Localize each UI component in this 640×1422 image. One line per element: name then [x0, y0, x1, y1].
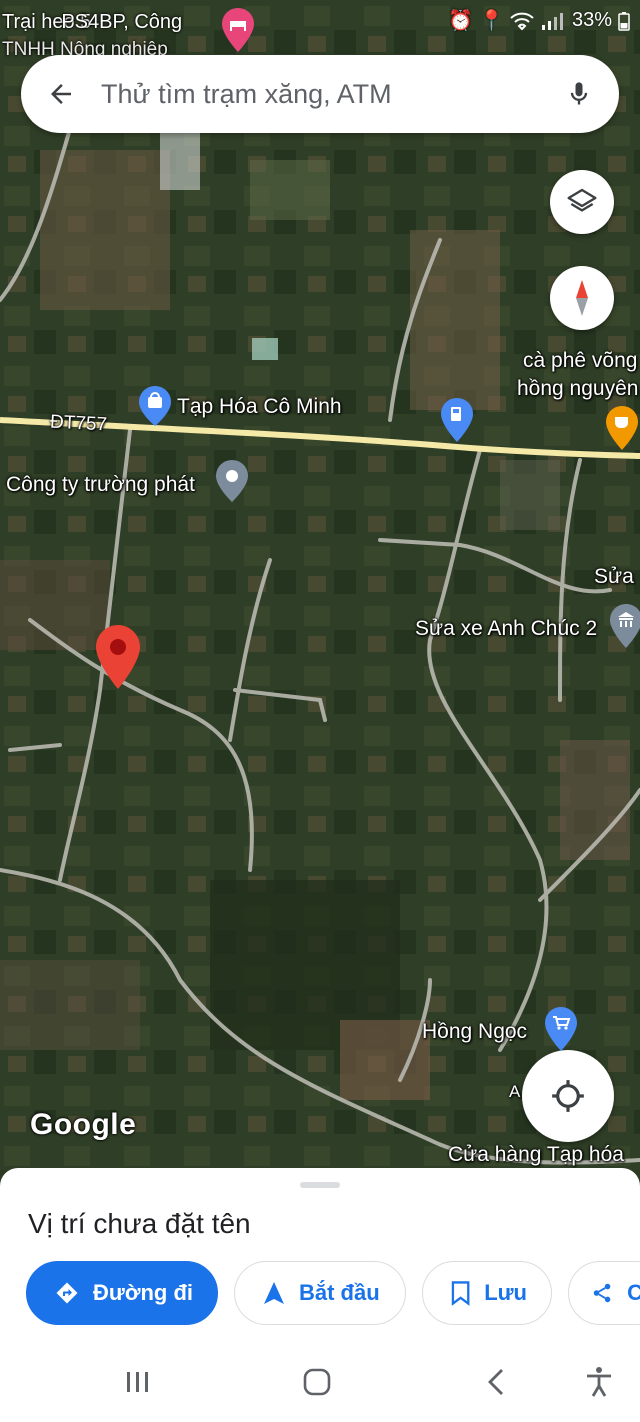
- google-logo: Google: [30, 1108, 137, 1141]
- crosshair-icon: [552, 1080, 584, 1112]
- share-icon: [593, 1283, 611, 1303]
- place-title: Vị trí chưa đặt tên: [28, 1208, 251, 1239]
- back-nav-button[interactable]: [471, 1362, 521, 1402]
- recent-apps-button[interactable]: [113, 1362, 163, 1402]
- place-label-cafe-line1[interactable]: cà phê võng: [523, 349, 637, 373]
- battery-percent: 33%: [571, 9, 612, 31]
- voice-search-button[interactable]: [539, 78, 619, 110]
- alarm-icon: ⏰: [448, 10, 474, 32]
- system-nav-bar: [0, 1342, 640, 1422]
- bank-poi-icon[interactable]: [610, 604, 640, 653]
- road-label-dt757: ĐT757: [49, 411, 108, 436]
- save-button[interactable]: Lưu: [422, 1261, 552, 1325]
- start-button[interactable]: Bắt đầu: [234, 1261, 406, 1325]
- save-label: Lưu: [484, 1280, 527, 1305]
- navigation-arrow-icon: [264, 1282, 284, 1304]
- place-label-a[interactable]: A: [509, 1082, 520, 1102]
- bookmark-icon: [451, 1281, 470, 1306]
- status-bar-right: ⏰ 📍 33%: [448, 8, 630, 33]
- place-label-sua[interactable]: Sửa: [594, 565, 634, 589]
- status-text-line1: Trại heo 5PS4BP, Công: [2, 11, 183, 33]
- gas-station-poi-icon[interactable]: [441, 398, 473, 447]
- place-label-sua-xe-anh-chuc[interactable]: Sửa xe Anh Chúc 2: [415, 617, 597, 641]
- hotel-poi-icon[interactable]: [222, 8, 254, 57]
- layers-icon: [567, 188, 597, 212]
- back-button[interactable]: [21, 79, 101, 109]
- accessibility-icon: [587, 1367, 611, 1397]
- home-button[interactable]: [292, 1362, 342, 1402]
- signal-icon: [541, 12, 563, 30]
- share-button[interactable]: C: [568, 1261, 640, 1325]
- action-chips: Đường đi Bắt đầu Lưu C: [26, 1261, 640, 1325]
- place-label-cua-hang-tap-hoa[interactable]: Cửa hàng Tạp hóa: [448, 1143, 624, 1167]
- wifi-icon: [510, 12, 534, 30]
- satellite-map[interactable]: [0, 0, 640, 1170]
- compass-button[interactable]: [550, 266, 614, 330]
- place-label-cafe-line2[interactable]: hồng nguyên: [517, 377, 638, 401]
- microphone-icon: [570, 82, 588, 105]
- chevron-left-icon: [488, 1369, 503, 1395]
- layers-button[interactable]: [550, 170, 614, 234]
- recent-apps-icon: [127, 1372, 148, 1392]
- dropped-pin-icon[interactable]: [96, 625, 140, 694]
- back-arrow-icon: [51, 84, 71, 104]
- compass-icon: [576, 280, 588, 316]
- cafe-poi-icon[interactable]: [606, 406, 638, 455]
- drag-handle[interactable]: [300, 1182, 340, 1188]
- shopping-poi-icon[interactable]: [139, 386, 171, 431]
- share-label: C: [627, 1280, 640, 1305]
- start-label: Bắt đầu: [299, 1280, 380, 1305]
- directions-button[interactable]: Đường đi: [26, 1261, 218, 1325]
- place-label-cong-ty-truong-phat[interactable]: Công ty trường phát: [6, 473, 195, 497]
- place-label-hong-ngoc[interactable]: Hồng Ngọc: [422, 1020, 527, 1044]
- search-input[interactable]: Thử tìm trạm xăng, ATM: [101, 79, 539, 110]
- location-icon: 📍: [479, 10, 504, 32]
- search-bar[interactable]: Thử tìm trạm xăng, ATM: [21, 55, 619, 133]
- accessibility-button[interactable]: [574, 1362, 624, 1402]
- battery-icon: [618, 11, 630, 31]
- my-location-button[interactable]: [522, 1050, 614, 1142]
- directions-icon: [56, 1282, 78, 1304]
- place-label-tap-hoa-co-minh[interactable]: Tạp Hóa Cô Minh: [177, 395, 342, 419]
- directions-label: Đường đi: [93, 1280, 193, 1305]
- place-pin-icon[interactable]: [216, 460, 248, 507]
- shopping-cart-poi-icon[interactable]: [545, 1007, 577, 1056]
- home-icon: [303, 1368, 331, 1396]
